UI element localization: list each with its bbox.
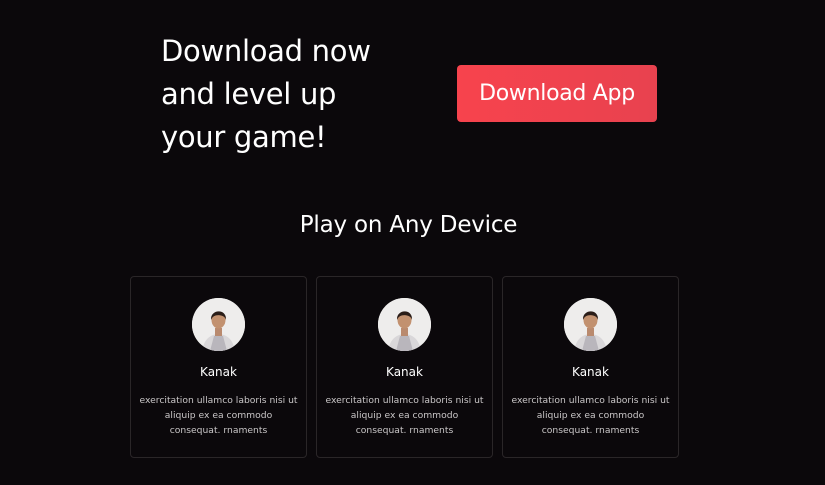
hero-title-line-1: Download now [161, 34, 371, 68]
profile-card: Kanak exercitation ullamco laboris nisi … [130, 276, 307, 458]
card-name: Kanak [200, 365, 237, 379]
hero-title-line-3: your game! [161, 120, 327, 154]
avatar [192, 298, 245, 351]
device-cards: Kanak exercitation ullamco laboris nisi … [130, 276, 679, 458]
card-description: exercitation ullamco laboris nisi ut ali… [325, 395, 484, 436]
page: Download now and level up your game! Dow… [0, 0, 825, 485]
avatar [564, 298, 617, 351]
avatar [378, 298, 431, 351]
section-title: Play on Any Device [299, 212, 518, 238]
person-photo-icon [192, 298, 245, 351]
card-name: Kanak [386, 365, 423, 379]
card-description: exercitation ullamco laboris nisi ut ali… [139, 395, 298, 436]
card-description: exercitation ullamco laboris nisi ut ali… [511, 395, 670, 436]
download-app-button[interactable]: Download App [457, 65, 657, 122]
profile-card: Kanak exercitation ullamco laboris nisi … [502, 276, 679, 458]
person-photo-icon [564, 298, 617, 351]
hero-title: Download now and level up your game! [161, 30, 411, 159]
person-photo-icon [378, 298, 431, 351]
hero-title-line-2: and level up [161, 77, 337, 111]
profile-card: Kanak exercitation ullamco laboris nisi … [316, 276, 493, 458]
card-name: Kanak [572, 365, 609, 379]
